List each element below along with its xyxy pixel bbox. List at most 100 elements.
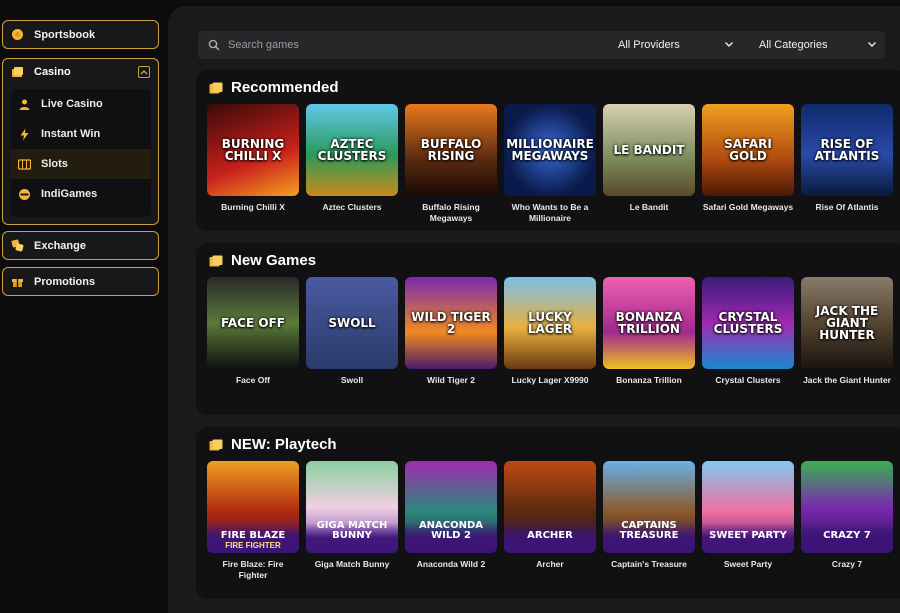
game-row: BURNING CHILLI X Burning Chilli X AZTEC CL… xyxy=(207,104,893,224)
game-card[interactable]: GIGA MATCH BUNNY Giga Match Bunny xyxy=(306,461,398,581)
game-card[interactable]: CRYSTAL CLUSTERS Crystal Clusters xyxy=(702,277,794,386)
game-title[interactable]: Fire Blaze: Fire Fighter xyxy=(207,559,299,581)
game-card[interactable]: AZTEC CLUSTERS Aztec Clusters xyxy=(306,104,398,224)
game-title[interactable]: Burning Chilli X xyxy=(207,202,299,213)
sidebar-item-slots[interactable]: Slots xyxy=(11,149,151,179)
game-thumbnail[interactable]: RISE OF ATLANTIS xyxy=(801,104,893,196)
thumbnail-art-text: LE BANDIT xyxy=(613,143,685,157)
game-thumbnail[interactable]: AZTEC CLUSTERS xyxy=(306,104,398,196)
section-title: New Games xyxy=(209,252,316,269)
game-thumbnail[interactable]: SWEET PARTY xyxy=(702,461,794,553)
game-thumbnail[interactable]: FACE OFF xyxy=(207,277,299,369)
gift-icon xyxy=(11,275,24,288)
sidebar-item-indigames[interactable]: IndiGames xyxy=(11,179,151,209)
game-title[interactable]: Crazy 7 xyxy=(801,559,893,570)
game-title[interactable]: Buffalo Rising Megaways xyxy=(405,202,497,224)
game-title[interactable]: Bonanza Trillion xyxy=(603,375,695,386)
game-title[interactable]: Anaconda Wild 2 xyxy=(405,559,497,570)
cards-icon xyxy=(209,439,223,450)
game-card[interactable]: RISE OF ATLANTIS Rise Of Atlantis xyxy=(801,104,893,224)
live-casino-icon xyxy=(18,98,31,111)
game-title[interactable]: Swoll xyxy=(306,375,398,386)
game-thumbnail[interactable]: LE BANDIT xyxy=(603,104,695,196)
game-card[interactable]: SWOLL Swoll xyxy=(306,277,398,386)
game-title[interactable]: Wild Tiger 2 xyxy=(405,375,497,386)
providers-select[interactable]: All Providers xyxy=(610,31,742,59)
thumbnail-art-text: CRYSTAL CLUSTERS xyxy=(713,310,783,336)
game-thumbnail[interactable]: BURNING CHILLI X xyxy=(207,104,299,196)
sidebar-item-sportsbook[interactable]: Sportsbook xyxy=(2,20,159,49)
game-thumbnail[interactable]: WILD TIGER 2 xyxy=(405,277,497,369)
chevron-up-icon[interactable] xyxy=(138,66,150,78)
thumbnail-art-text: BONANZA TRILLION xyxy=(615,310,683,336)
thumbnail-art-text: JACK THE GIANT HUNTER xyxy=(815,304,879,342)
game-card[interactable]: BONANZA TRILLION Bonanza Trillion xyxy=(603,277,695,386)
game-thumbnail[interactable]: SWOLL xyxy=(306,277,398,369)
sidebar-item-label: Promotions xyxy=(34,275,96,288)
game-card[interactable]: BURNING CHILLI X Burning Chilli X xyxy=(207,104,299,224)
game-thumbnail[interactable]: ARCHER xyxy=(504,461,596,553)
game-card[interactable]: JACK THE GIANT HUNTER Jack the Giant Hunt… xyxy=(801,277,893,386)
sidebar-item-live-casino[interactable]: Live Casino xyxy=(11,89,151,119)
game-thumbnail[interactable]: GIGA MATCH BUNNY xyxy=(306,461,398,553)
sidebar-item-label: Slots xyxy=(41,158,68,170)
game-card[interactable]: SAFARI GOLD Safari Gold Megaways xyxy=(702,104,794,224)
game-card[interactable]: MILLIONAIRE MEGAWAYS Who Wants to Be a Mi… xyxy=(504,104,596,224)
game-title[interactable]: Captain's Treasure xyxy=(603,559,695,570)
slots-icon xyxy=(18,158,31,171)
game-thumbnail[interactable]: BONANZA TRILLION xyxy=(603,277,695,369)
sidebar-item-label: IndiGames xyxy=(41,188,98,200)
game-card[interactable]: SWEET PARTY Sweet Party xyxy=(702,461,794,581)
sidebar-item-exchange[interactable]: Exchange xyxy=(2,231,159,260)
game-thumbnail[interactable]: LUCKY LAGER xyxy=(504,277,596,369)
game-thumbnail[interactable]: MILLIONAIRE MEGAWAYS xyxy=(504,104,596,196)
game-title[interactable]: Le Bandit xyxy=(603,202,695,213)
game-title[interactable]: Safari Gold Megaways xyxy=(702,202,794,213)
casino-icon xyxy=(11,66,24,79)
section-new-playtech: NEW: Playtech FIRE BLAZE FIRE FIGHTER Fire… xyxy=(196,427,900,599)
game-title[interactable]: Rise Of Atlantis xyxy=(801,202,893,213)
section-title-text: NEW: Playtech xyxy=(231,436,337,453)
cards-icon xyxy=(209,255,223,266)
game-card[interactable]: LUCKY LAGER Lucky Lager X9990 xyxy=(504,277,596,386)
game-title[interactable]: Archer xyxy=(504,559,596,570)
thumbnail-art-text: LUCKY LAGER xyxy=(527,310,573,336)
game-card[interactable]: WILD TIGER 2 Wild Tiger 2 xyxy=(405,277,497,386)
game-card[interactable]: CRAZY 7 Crazy 7 xyxy=(801,461,893,581)
game-thumbnail[interactable]: SAFARI GOLD xyxy=(702,104,794,196)
game-title[interactable]: Lucky Lager X9990 xyxy=(504,375,596,386)
sidebar-item-label: Instant Win xyxy=(41,128,101,140)
game-thumbnail[interactable]: BUFFALO RISING xyxy=(405,104,497,196)
categories-select[interactable]: All Categories xyxy=(751,31,885,59)
sidebar-item-casino[interactable]: Casino xyxy=(3,59,158,85)
thumbnail-art-text: ARCHER xyxy=(527,530,573,541)
sidebar-item-instant-win[interactable]: Instant Win xyxy=(11,119,151,149)
section-title-text: Recommended xyxy=(231,79,339,96)
sidebar-item-promotions[interactable]: Promotions xyxy=(2,267,159,296)
game-card[interactable]: BUFFALO RISING Buffalo Rising Megaways xyxy=(405,104,497,224)
game-card[interactable]: ARCHER Archer xyxy=(504,461,596,581)
game-thumbnail[interactable]: CRYSTAL CLUSTERS xyxy=(702,277,794,369)
game-title[interactable]: Sweet Party xyxy=(702,559,794,570)
game-thumbnail[interactable]: CRAZY 7 xyxy=(801,461,893,553)
game-row: FACE OFF Face Off SWOLL Swoll WILD TIGER 2 Wi… xyxy=(207,277,893,386)
game-card[interactable]: LE BANDIT Le Bandit xyxy=(603,104,695,224)
categories-select-value: All Categories xyxy=(759,39,828,51)
game-title[interactable]: Aztec Clusters xyxy=(306,202,398,213)
game-title[interactable]: Face Off xyxy=(207,375,299,386)
thumbnail-art-text: BURNING CHILLI X xyxy=(221,137,285,163)
game-card[interactable]: FIRE BLAZE FIRE FIGHTER Fire Blaze: Fire F… xyxy=(207,461,299,581)
game-thumbnail[interactable]: CAPTAINS TREASURE xyxy=(603,461,695,553)
game-title[interactable]: Who Wants to Be a Millionaire xyxy=(504,202,596,224)
game-card[interactable]: FACE OFF Face Off xyxy=(207,277,299,386)
game-title[interactable]: Jack the Giant Hunter xyxy=(801,375,893,386)
game-thumbnail[interactable]: ANACONDA WILD 2 xyxy=(405,461,497,553)
game-title[interactable]: Crystal Clusters xyxy=(702,375,794,386)
game-title[interactable]: Giga Match Bunny xyxy=(306,559,398,570)
game-card[interactable]: ANACONDA WILD 2 Anaconda Wild 2 xyxy=(405,461,497,581)
thumbnail-art-text: CRAZY 7 xyxy=(823,530,871,541)
game-thumbnail[interactable]: FIRE BLAZE FIRE FIGHTER xyxy=(207,461,299,553)
game-thumbnail[interactable]: JACK THE GIANT HUNTER xyxy=(801,277,893,369)
game-card[interactable]: CAPTAINS TREASURE Captain's Treasure xyxy=(603,461,695,581)
search-icon xyxy=(208,39,220,51)
